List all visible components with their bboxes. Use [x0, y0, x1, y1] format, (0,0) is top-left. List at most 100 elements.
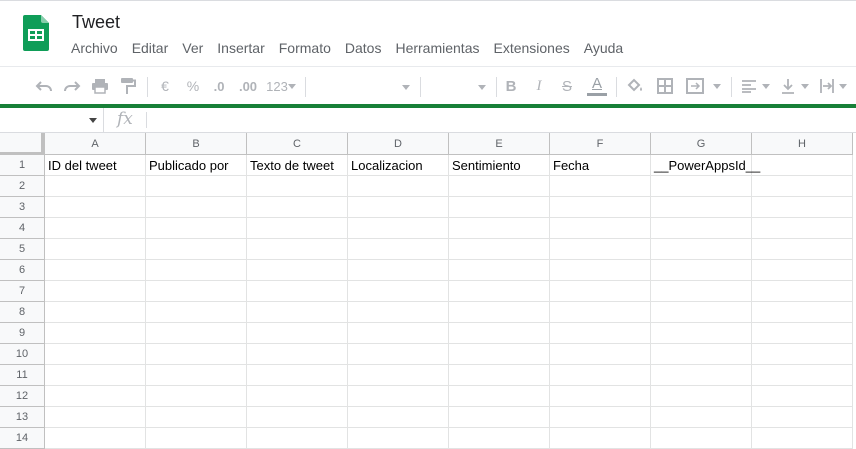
- cell-g5[interactable]: [651, 239, 752, 260]
- cell-d3[interactable]: [348, 197, 449, 218]
- menu-herramientas[interactable]: Herramientas: [395, 40, 479, 58]
- cell-d7[interactable]: [348, 281, 449, 302]
- cell-f5[interactable]: [550, 239, 651, 260]
- name-box-chevron-icon[interactable]: [89, 118, 97, 123]
- cell-c2[interactable]: [247, 176, 348, 197]
- cell-c13[interactable]: [247, 407, 348, 428]
- cell-d4[interactable]: [348, 218, 449, 239]
- cell-e5[interactable]: [449, 239, 550, 260]
- cell-b9[interactable]: [146, 323, 247, 344]
- row-header-12[interactable]: 12: [0, 386, 45, 407]
- cell-a13[interactable]: [45, 407, 146, 428]
- cell-c8[interactable]: [247, 302, 348, 323]
- cell-e8[interactable]: [449, 302, 550, 323]
- cell-g13[interactable]: [651, 407, 752, 428]
- cell-c1[interactable]: Texto de tweet: [247, 155, 348, 176]
- cell-b14[interactable]: [146, 428, 247, 449]
- cell-b4[interactable]: [146, 218, 247, 239]
- cell-b12[interactable]: [146, 386, 247, 407]
- cell-f2[interactable]: [550, 176, 651, 197]
- cell-b11[interactable]: [146, 365, 247, 386]
- column-header-g[interactable]: G: [651, 133, 752, 155]
- select-all-corner[interactable]: [0, 133, 45, 155]
- cell-g2[interactable]: [651, 176, 752, 197]
- cell-c7[interactable]: [247, 281, 348, 302]
- cell-g3[interactable]: [651, 197, 752, 218]
- row-header-6[interactable]: 6: [0, 260, 45, 281]
- cell-f9[interactable]: [550, 323, 651, 344]
- cell-h7[interactable]: [752, 281, 853, 302]
- column-header-a[interactable]: A: [45, 133, 146, 155]
- valign-chevron-icon[interactable]: [800, 75, 810, 97]
- font-size-dropdown[interactable]: [424, 77, 490, 97]
- cell-h10[interactable]: [752, 344, 853, 365]
- cell-a2[interactable]: [45, 176, 146, 197]
- cell-g9[interactable]: [651, 323, 752, 344]
- cell-g4[interactable]: [651, 218, 752, 239]
- menu-formato[interactable]: Formato: [279, 40, 331, 58]
- column-header-h[interactable]: H: [752, 133, 853, 155]
- cell-f14[interactable]: [550, 428, 651, 449]
- cell-h13[interactable]: [752, 407, 853, 428]
- cell-h14[interactable]: [752, 428, 853, 449]
- cell-h4[interactable]: [752, 218, 853, 239]
- cell-h2[interactable]: [752, 176, 853, 197]
- menu-datos[interactable]: Datos: [345, 40, 382, 58]
- merge-cells-icon[interactable]: [684, 75, 706, 97]
- cell-f8[interactable]: [550, 302, 651, 323]
- cell-c5[interactable]: [247, 239, 348, 260]
- cell-a12[interactable]: [45, 386, 146, 407]
- paint-format-icon[interactable]: [117, 75, 139, 97]
- cell-g8[interactable]: [651, 302, 752, 323]
- cell-f7[interactable]: [550, 281, 651, 302]
- redo-icon[interactable]: [61, 75, 83, 97]
- row-header-11[interactable]: 11: [0, 365, 45, 386]
- cell-c9[interactable]: [247, 323, 348, 344]
- cell-h5[interactable]: [752, 239, 853, 260]
- cell-h11[interactable]: [752, 365, 853, 386]
- cell-g12[interactable]: [651, 386, 752, 407]
- cell-d2[interactable]: [348, 176, 449, 197]
- cell-c10[interactable]: [247, 344, 348, 365]
- merge-chevron-icon[interactable]: [712, 75, 722, 97]
- cell-a8[interactable]: [45, 302, 146, 323]
- name-box[interactable]: [0, 108, 104, 132]
- menu-ver[interactable]: Ver: [182, 40, 203, 58]
- cell-f10[interactable]: [550, 344, 651, 365]
- cell-h12[interactable]: [752, 386, 853, 407]
- wrap-chevron-icon[interactable]: [838, 75, 848, 97]
- cell-e9[interactable]: [449, 323, 550, 344]
- cell-f3[interactable]: [550, 197, 651, 218]
- cell-g10[interactable]: [651, 344, 752, 365]
- cell-b5[interactable]: [146, 239, 247, 260]
- row-header-9[interactable]: 9: [0, 323, 45, 344]
- cell-e7[interactable]: [449, 281, 550, 302]
- text-wrapping-icon[interactable]: [817, 75, 837, 97]
- cell-b8[interactable]: [146, 302, 247, 323]
- cell-d1[interactable]: Localizacion: [348, 155, 449, 176]
- cell-f6[interactable]: [550, 260, 651, 281]
- cell-b1[interactable]: Publicado por: [146, 155, 247, 176]
- cell-e10[interactable]: [449, 344, 550, 365]
- cell-g1[interactable]: __PowerAppsId__: [651, 155, 760, 176]
- font-family-dropdown[interactable]: [310, 77, 415, 97]
- cell-b2[interactable]: [146, 176, 247, 197]
- cell-a4[interactable]: [45, 218, 146, 239]
- column-header-f[interactable]: F: [550, 133, 651, 155]
- increase-decimal-button[interactable]: .00: [236, 75, 260, 97]
- cell-a7[interactable]: [45, 281, 146, 302]
- fill-color-icon[interactable]: [624, 75, 646, 97]
- cell-b10[interactable]: [146, 344, 247, 365]
- currency-format-button[interactable]: €: [156, 75, 174, 97]
- row-header-5[interactable]: 5: [0, 239, 45, 260]
- column-header-d[interactable]: D: [348, 133, 449, 155]
- cell-d10[interactable]: [348, 344, 449, 365]
- row-header-4[interactable]: 4: [0, 218, 45, 239]
- row-header-13[interactable]: 13: [0, 407, 45, 428]
- cell-c14[interactable]: [247, 428, 348, 449]
- row-header-7[interactable]: 7: [0, 281, 45, 302]
- column-header-c[interactable]: C: [247, 133, 348, 155]
- italic-button[interactable]: I: [530, 75, 548, 97]
- borders-icon[interactable]: [654, 75, 676, 97]
- cell-a3[interactable]: [45, 197, 146, 218]
